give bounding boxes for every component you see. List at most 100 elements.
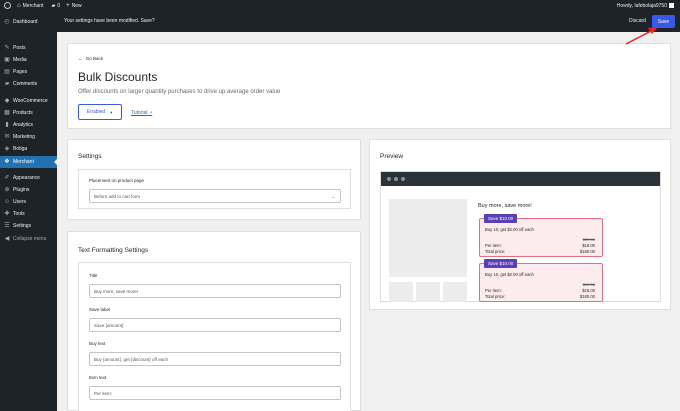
- sidebar-item-label: Tools: [13, 211, 25, 217]
- sidebar-item-collapse-menu[interactable]: ◀ Collapse menu: [0, 233, 57, 245]
- thumbnail-placeholder: [389, 282, 413, 302]
- chevron-down-icon: ▼: [109, 109, 114, 115]
- offer-tier-card: Save $10.00 Buy 10, get $2.00 off each $20…: [479, 259, 603, 302]
- site-name-link[interactable]: Merchant: [23, 0, 44, 11]
- preview-browser-frame: Buy more, save more! Save $10.00 Buy 10, …: [380, 171, 661, 302]
- text-field-label: Buy text: [89, 341, 106, 346]
- home-icon[interactable]: ⌂: [17, 0, 21, 11]
- media-icon: ▣: [4, 57, 10, 63]
- sidebar-item-dashboard[interactable]: ◴ Dashboard: [0, 16, 57, 28]
- comments-count: 0: [57, 2, 61, 9]
- sidebar-item-label: Analytics: [13, 122, 34, 128]
- settings-card: Settings Placement on product page Befor…: [67, 139, 361, 220]
- tutorial-link[interactable]: Tutorial ↗: [131, 110, 152, 116]
- browser-dot: [394, 177, 398, 181]
- text-field-value: Per item:: [94, 390, 113, 396]
- text-field-input[interactable]: Buy more, save more!: [89, 284, 341, 298]
- save-badge: Save $10.00: [484, 259, 518, 268]
- sidebar-item-label: Media: [13, 57, 27, 63]
- placement-label: Placement on product page: [89, 178, 145, 183]
- total-price-value: $180.00: [579, 249, 595, 254]
- sidebar-item-label: Pages: [13, 69, 28, 75]
- old-price: $20.00: [582, 237, 595, 242]
- status-dropdown[interactable]: Enabled ▼: [78, 104, 122, 120]
- text-field-input[interactable]: Per item:: [89, 386, 341, 400]
- howdy-text: Howdy, lafebolaja9750: [616, 2, 667, 9]
- thumbnail-placeholder: [416, 282, 440, 302]
- woo-icon: ◆: [4, 98, 10, 104]
- new-label: New: [71, 2, 82, 9]
- sidebar-item-products[interactable]: ▦ Products: [0, 107, 57, 119]
- sidebar-item-label: Comments: [13, 81, 38, 87]
- sidebar-item-woocommerce[interactable]: ◆ WooCommerce: [0, 95, 57, 107]
- dashboard-icon: ◴: [4, 19, 10, 25]
- sidebar-item-plugins[interactable]: ⊕ Plugins: [0, 184, 57, 196]
- wrench-icon: ✚: [4, 211, 10, 217]
- collapse-icon: ◀: [4, 236, 10, 242]
- discard-button[interactable]: Discard: [629, 18, 646, 24]
- save-button[interactable]: Save: [652, 15, 675, 28]
- theme-icon: ◈: [4, 146, 10, 152]
- sidebar-item-posts[interactable]: ✎ Posts: [0, 42, 57, 54]
- plus-icon: +: [66, 2, 70, 9]
- text-field-label: Save label: [89, 307, 111, 312]
- text-formatting-card: Text Formatting Settings Title Buy more, …: [67, 231, 361, 411]
- text-field-input[interactable]: Buy {amount}, get {discount} off each: [89, 352, 341, 366]
- text-field-value: Buy {amount}, get {discount} off each: [94, 356, 168, 362]
- browser-toolbar: [381, 172, 660, 186]
- wordpress-logo-icon[interactable]: [4, 2, 11, 9]
- sidebar-item-analytics[interactable]: ▮ Analytics: [0, 119, 57, 131]
- text-field-label: Item text: [89, 375, 107, 380]
- settings-icon: ☰: [4, 223, 10, 229]
- save-badge: Save $10.00: [484, 214, 518, 223]
- admin-bar: ⌂ Merchant ▰ 0 + New Howdy, lafebolaja97…: [0, 0, 680, 11]
- tutorial-label: Tutorial: [131, 110, 148, 116]
- text-formatting-title: Text Formatting Settings: [78, 247, 149, 254]
- plugin-icon: ⊕: [4, 187, 10, 193]
- megaphone-icon: ✉: [4, 134, 10, 140]
- page-subtitle: Offer discounts on larger quantity purch…: [78, 89, 281, 95]
- sidebar-item-appearance[interactable]: ✐ Appearance: [0, 172, 57, 184]
- placement-value: Before add to cart form: [94, 193, 141, 199]
- sidebar-item-label: Settings: [13, 223, 32, 229]
- sidebar-item-comments[interactable]: ▰ Comments: [0, 78, 57, 90]
- new-content-link[interactable]: + New: [66, 0, 82, 11]
- total-price-value: $180.00: [579, 294, 595, 299]
- text-field-label: Title: [89, 273, 98, 278]
- text-field-value: Buy more, save more!: [94, 288, 139, 294]
- account-menu[interactable]: Howdy, lafebolaja9750: [617, 0, 674, 11]
- browser-dot: [401, 177, 405, 181]
- sidebar-item-pages[interactable]: ▤ Pages: [0, 66, 57, 78]
- box-icon: ▦: [4, 110, 10, 116]
- per-item-label: Per item:: [485, 243, 502, 248]
- placement-field-box: Placement on product page Before add to …: [78, 169, 351, 209]
- total-price-label: Total price:: [485, 249, 506, 254]
- go-back-link[interactable]: ← Go Back: [78, 56, 103, 61]
- sidebar-item-label: Plugins: [13, 187, 30, 193]
- chart-icon: ▮: [5, 122, 9, 128]
- sidebar-item-label: Merchant: [13, 159, 34, 165]
- comments-link[interactable]: ▰ 0: [51, 0, 60, 11]
- settings-title: Settings: [78, 153, 102, 160]
- unsaved-notice-text: Your settings have been modified. Save?: [64, 18, 155, 24]
- external-link-icon: ↗: [148, 110, 153, 115]
- sidebar-item-settings[interactable]: ☰ Settings: [0, 220, 57, 232]
- browser-dot: [387, 177, 391, 181]
- per-item-value: $18.00: [582, 243, 595, 248]
- avatar: [669, 3, 674, 8]
- sidebar-item-merchant[interactable]: ❖ Merchant: [0, 156, 57, 168]
- sidebar-item-tools[interactable]: ✚ Tools: [0, 208, 57, 220]
- sidebar-item-botiga[interactable]: ◈ Botiga: [0, 143, 57, 155]
- chevron-down-icon: ⌄: [331, 193, 335, 199]
- arrow-left-icon: ←: [78, 56, 83, 61]
- sidebar-item-media[interactable]: ▣ Media: [0, 54, 57, 66]
- module-header-card: ← Go Back Bulk Discounts Offer discounts…: [67, 43, 671, 129]
- sidebar-item-users[interactable]: ☺ Users: [0, 196, 57, 208]
- placement-select[interactable]: Before add to cart form ⌄: [89, 189, 341, 203]
- sidebar-item-label: Products: [13, 110, 33, 116]
- users-icon: ☺: [3, 199, 11, 205]
- sidebar-item-label: Users: [13, 199, 27, 205]
- text-field-input[interactable]: Save {amount}: [89, 318, 341, 332]
- preview-card: Preview Buy more, save more! Save $10.00…: [369, 139, 671, 310]
- sidebar-item-marketing[interactable]: ✉ Marketing: [0, 131, 57, 143]
